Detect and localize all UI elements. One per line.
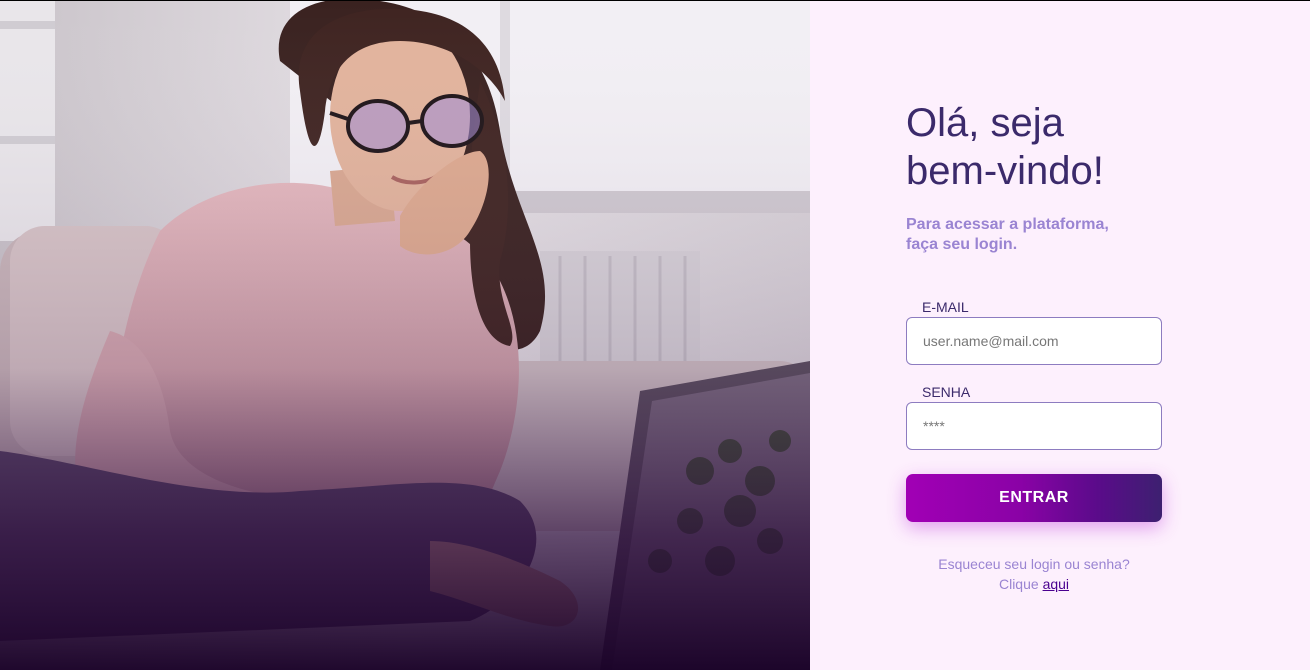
password-field[interactable] — [906, 402, 1162, 450]
title-line-1: Olá, seja — [906, 101, 1064, 145]
forgot-link[interactable]: aqui — [1043, 576, 1069, 592]
login-page: Olá, seja bem-vindo! Para acessar a plat… — [0, 0, 1310, 670]
subtitle-line-2: faça seu login. — [906, 236, 1018, 253]
forgot-credentials: Esqueceu seu login ou senha? Clique aqui — [906, 554, 1162, 594]
page-title: Olá, seja bem-vindo! — [906, 99, 1162, 195]
login-form: Olá, seja bem-vindo! Para acessar a plat… — [906, 99, 1162, 594]
title-line-2: bem-vindo! — [906, 149, 1104, 193]
login-button[interactable]: ENTRAR — [906, 474, 1162, 522]
hero-image — [0, 1, 810, 670]
hero-photo-illustration — [0, 1, 810, 670]
password-group: SENHA — [906, 384, 1162, 450]
subtitle-line-1: Para acessar a plataforma, — [906, 216, 1109, 233]
login-panel: Olá, seja bem-vindo! Para acessar a plat… — [810, 1, 1310, 670]
subtitle: Para acessar a plataforma, faça seu logi… — [906, 215, 1126, 255]
forgot-text: Esqueceu seu login ou senha? — [938, 556, 1130, 572]
password-label: SENHA — [922, 384, 971, 400]
email-label: E-MAIL — [922, 299, 969, 315]
forgot-prefix: Clique — [998, 576, 1039, 592]
email-field[interactable] — [906, 317, 1162, 365]
email-group: E-MAIL — [906, 299, 1162, 365]
